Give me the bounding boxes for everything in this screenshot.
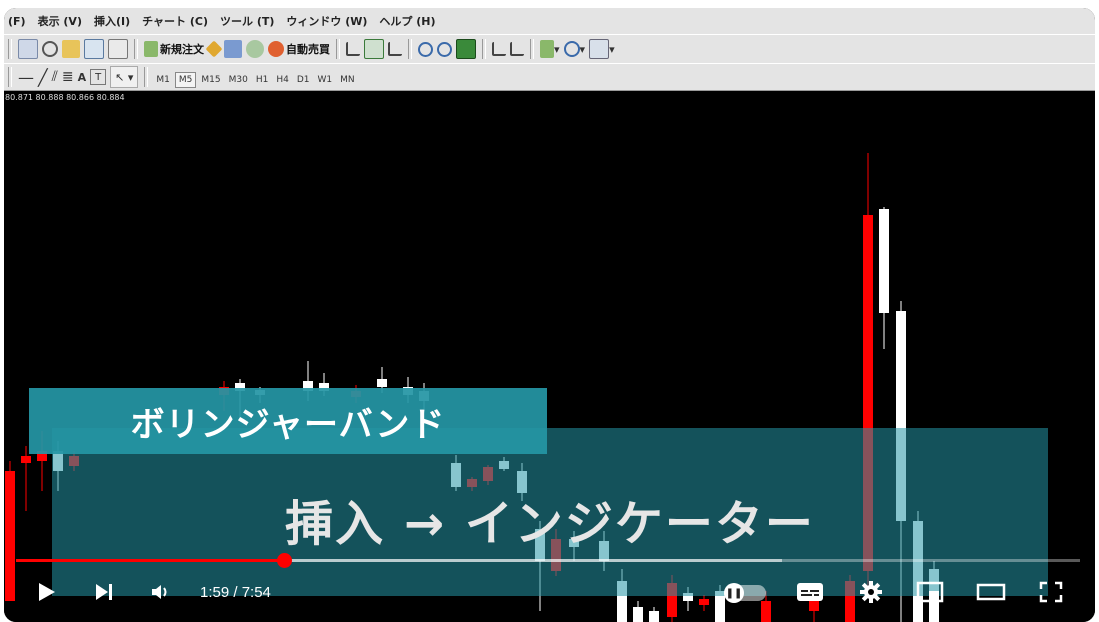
video-player[interactable]: (F) 表示 (V) 挿入(I) チャート (C) ツール (T) ウィンドウ … — [4, 8, 1095, 622]
templates-dropdown-icon[interactable]: ▾ — [589, 39, 615, 59]
periods-dropdown-icon[interactable]: ▾ — [563, 39, 585, 59]
indicators-dropdown-icon[interactable]: ▾ — [540, 39, 560, 59]
candle — [21, 446, 31, 511]
standard-toolbar: 新規注文 自動売買 ▾ ▾ ▾ — [4, 34, 1095, 63]
fullscreen-button[interactable] — [1036, 578, 1066, 606]
trendline-icon[interactable]: ╱ — [38, 67, 48, 87]
menu-bar: (F) 表示 (V) 挿入(I) チャート (C) ツール (T) ウィンドウ … — [4, 8, 1095, 34]
line-studies-toolbar: — ╱ ⫽ ≣ A T ↖ ▾ M1 M5 M15 M30 H1 H4 D1 W1 MN — [4, 63, 1095, 92]
menu-tools[interactable]: ツール (T) — [220, 13, 274, 29]
toolbar-separator — [144, 67, 149, 87]
menu-window[interactable]: ウィンドウ (W) — [286, 13, 367, 29]
channel-icon[interactable]: ⫽ — [52, 67, 58, 87]
history-icon[interactable] — [108, 39, 128, 59]
settings-button[interactable] — [856, 578, 886, 606]
timeframe-m5[interactable]: M5 — [174, 71, 197, 88]
fullscreen-icon — [1039, 581, 1063, 603]
toolbar-separator — [530, 39, 534, 59]
timeframe-h4[interactable]: H4 — [273, 73, 292, 87]
auto-trade-button[interactable]: 自動売買 — [268, 39, 330, 59]
horizontal-line-icon[interactable]: — — [18, 67, 34, 87]
line-chart-icon[interactable] — [388, 39, 402, 59]
menu-help[interactable]: ヘルプ (H) — [379, 13, 435, 29]
new-chart-icon[interactable] — [18, 39, 38, 59]
candle — [633, 601, 643, 622]
subtitle-text: 挿入 → インジケーター — [285, 496, 815, 552]
play-icon — [39, 583, 55, 601]
toolbar-separator — [336, 39, 340, 59]
toolbar-separator — [408, 39, 412, 59]
candle — [649, 607, 659, 622]
next-icon — [96, 584, 112, 600]
navigator-icon[interactable] — [224, 39, 242, 59]
title-text: ボリンジャーバンド — [130, 404, 446, 445]
tile-windows-icon[interactable] — [456, 39, 476, 59]
bar-chart-icon[interactable] — [346, 39, 360, 59]
new-order-label: 新規注文 — [160, 43, 204, 56]
arrows-dropdown-icon[interactable]: ↖ ▾ — [110, 66, 139, 88]
new-order-button[interactable]: 新規注文 — [144, 39, 204, 59]
toolbar-separator — [8, 67, 12, 87]
toolbar-separator — [8, 39, 12, 59]
timeframe-w1[interactable]: W1 — [314, 73, 335, 87]
menu-chart[interactable]: チャート (C) — [142, 13, 208, 29]
text-label-icon[interactable]: T — [90, 69, 107, 85]
title-caption: ボリンジャーバンド — [29, 388, 547, 454]
subtitles-icon — [797, 583, 823, 601]
signal-icon[interactable] — [246, 39, 264, 59]
text-icon[interactable]: A — [78, 67, 87, 87]
theater-icon — [976, 583, 1006, 601]
volume-button[interactable] — [146, 578, 174, 606]
auto-trade-label: 自動売買 — [286, 43, 330, 56]
window-icon[interactable] — [84, 39, 104, 59]
progress-played — [16, 559, 285, 562]
chart-shift-icon[interactable] — [510, 39, 524, 59]
timeframe-h1[interactable]: H1 — [253, 73, 272, 87]
candle-chart-icon[interactable] — [364, 39, 384, 59]
timeframe-d1[interactable]: D1 — [294, 73, 313, 87]
auto-trade-icon — [268, 41, 284, 57]
timeframe-m1[interactable]: M1 — [153, 73, 173, 87]
theater-mode-button[interactable] — [974, 578, 1008, 606]
zoom-in-icon[interactable] — [418, 39, 433, 59]
autoplay-toggle[interactable]: ❚❚ — [724, 583, 766, 603]
miniplayer-icon — [916, 581, 944, 603]
toolbar-separator — [482, 39, 486, 59]
timeframe-mn[interactable]: MN — [337, 73, 358, 87]
candle — [699, 595, 709, 611]
volume-icon — [152, 585, 167, 599]
progress-bar[interactable] — [16, 553, 1080, 568]
crosshair-icon[interactable] — [42, 39, 58, 59]
menu-view[interactable]: 表示 (V) — [38, 13, 82, 29]
play-button[interactable] — [32, 578, 60, 606]
pause-icon: ❚❚ — [724, 583, 744, 603]
menu-insert[interactable]: 挿入(I) — [94, 13, 130, 29]
folder-icon[interactable] — [62, 39, 80, 59]
timeframe-m15[interactable]: M15 — [198, 73, 223, 87]
candle — [5, 461, 15, 601]
metaeditor-icon[interactable] — [205, 39, 223, 59]
miniplayer-button[interactable] — [914, 578, 946, 606]
fibonacci-icon[interactable]: ≣ — [62, 67, 74, 87]
subtitles-button[interactable] — [794, 578, 826, 606]
timeframe-bar: M1 M5 M15 M30 H1 H4 D1 W1 MN — [152, 67, 358, 88]
timeframe-m30[interactable]: M30 — [226, 73, 251, 87]
zoom-out-icon[interactable] — [437, 39, 452, 59]
menu-file[interactable]: (F) — [8, 15, 26, 28]
toolbar-separator — [134, 39, 138, 59]
new-order-icon — [144, 41, 158, 57]
gear-icon — [860, 581, 882, 603]
next-button[interactable] — [90, 578, 118, 606]
autoscroll-icon[interactable] — [492, 39, 506, 59]
time-display: 1:59 / 7:54 — [200, 584, 271, 601]
candle — [879, 207, 889, 349]
